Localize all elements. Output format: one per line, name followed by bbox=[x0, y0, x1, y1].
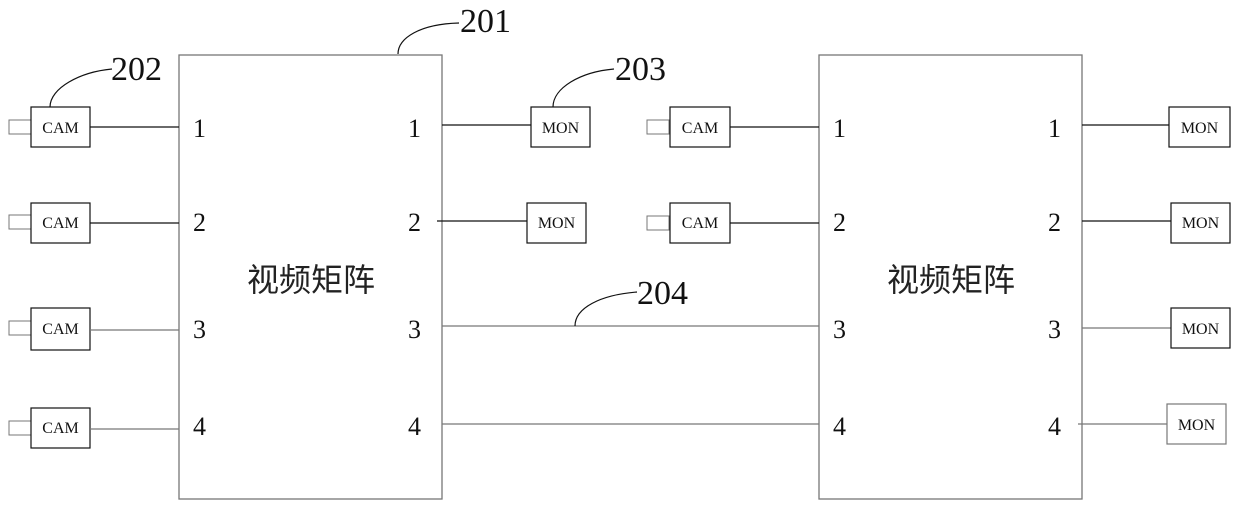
leader-line bbox=[397, 22, 460, 55]
leader-line bbox=[49, 68, 113, 108]
left-matrix-output-2: 2 bbox=[408, 208, 421, 237]
monitor-label: MON bbox=[1182, 215, 1220, 232]
left-matrix-output-3: 3 bbox=[408, 315, 421, 344]
reference-label: 204 bbox=[637, 275, 688, 312]
left-matrix-title: 视频矩阵 bbox=[247, 261, 375, 299]
left-matrix-output-4: 4 bbox=[408, 412, 421, 441]
left-camera-1: CAM bbox=[8, 106, 179, 148]
camera-label: CAM bbox=[42, 321, 78, 338]
monitor-label: MON bbox=[1181, 120, 1219, 137]
right-matrix-output-1: 1 bbox=[1048, 114, 1061, 143]
camera-label: CAM bbox=[42, 420, 78, 437]
monitor-label: MON bbox=[542, 120, 580, 137]
camera-lens-icon bbox=[8, 420, 32, 436]
left-monitor-2: MON bbox=[437, 202, 587, 244]
right-matrix-input-1: 1 bbox=[833, 114, 846, 143]
right-monitor-1: MON bbox=[1082, 106, 1231, 148]
camera-label: CAM bbox=[682, 120, 718, 137]
left-video-matrix: 视频矩阵 1 2 3 4 1 2 3 4 bbox=[178, 54, 443, 500]
right-matrix-input-3: 3 bbox=[833, 315, 846, 344]
left-matrix-input-2: 2 bbox=[193, 208, 206, 237]
right-monitor-4: MON bbox=[1078, 403, 1227, 445]
left-camera-3: CAM bbox=[8, 307, 179, 351]
left-camera-4: CAM bbox=[8, 407, 179, 449]
camera-lens-icon bbox=[646, 119, 670, 135]
reference-201: 201 bbox=[397, 3, 511, 55]
right-matrix-input-2: 2 bbox=[833, 208, 846, 237]
left-matrix-input-3: 3 bbox=[193, 315, 206, 344]
reference-label: 203 bbox=[615, 51, 666, 88]
camera-lens-icon bbox=[8, 214, 32, 230]
camera-lens-icon bbox=[8, 119, 32, 135]
right-matrix-output-3: 3 bbox=[1048, 315, 1061, 344]
right-matrix-title: 视频矩阵 bbox=[887, 261, 1015, 299]
monitor-label: MON bbox=[1178, 417, 1216, 434]
left-matrix-output-1: 1 bbox=[408, 114, 421, 143]
leader-line bbox=[552, 68, 615, 108]
right-camera-2: CAM bbox=[646, 202, 819, 244]
right-monitor-2: MON bbox=[1082, 202, 1231, 244]
right-video-matrix: 视频矩阵 1 2 3 4 1 2 3 4 bbox=[818, 54, 1083, 500]
right-camera-1: CAM bbox=[646, 106, 819, 148]
monitor-label: MON bbox=[1182, 321, 1220, 338]
camera-label: CAM bbox=[42, 215, 78, 232]
left-matrix-input-1: 1 bbox=[193, 114, 206, 143]
camera-label: CAM bbox=[42, 120, 78, 137]
right-monitor-3: MON bbox=[1082, 307, 1231, 349]
right-matrix-output-4: 4 bbox=[1048, 412, 1061, 441]
camera-label: CAM bbox=[682, 215, 718, 232]
video-matrix-diagram: 视频矩阵 1 2 3 4 1 2 3 4 视频矩阵 1 2 3 4 1 2 3 … bbox=[8, 3, 1231, 500]
reference-203: 203 bbox=[552, 51, 666, 108]
reference-204: 204 bbox=[574, 275, 688, 327]
camera-lens-icon bbox=[8, 320, 32, 336]
reference-202: 202 bbox=[49, 51, 162, 108]
reference-label: 202 bbox=[111, 51, 162, 88]
reference-label: 201 bbox=[460, 3, 511, 40]
left-camera-2: CAM bbox=[8, 202, 179, 244]
right-matrix-output-2: 2 bbox=[1048, 208, 1061, 237]
camera-lens-icon bbox=[646, 215, 670, 231]
right-matrix-input-4: 4 bbox=[833, 412, 846, 441]
left-matrix-input-4: 4 bbox=[193, 412, 206, 441]
monitor-label: MON bbox=[538, 215, 576, 232]
leader-line bbox=[574, 291, 638, 327]
left-monitor-1: MON bbox=[442, 106, 591, 148]
